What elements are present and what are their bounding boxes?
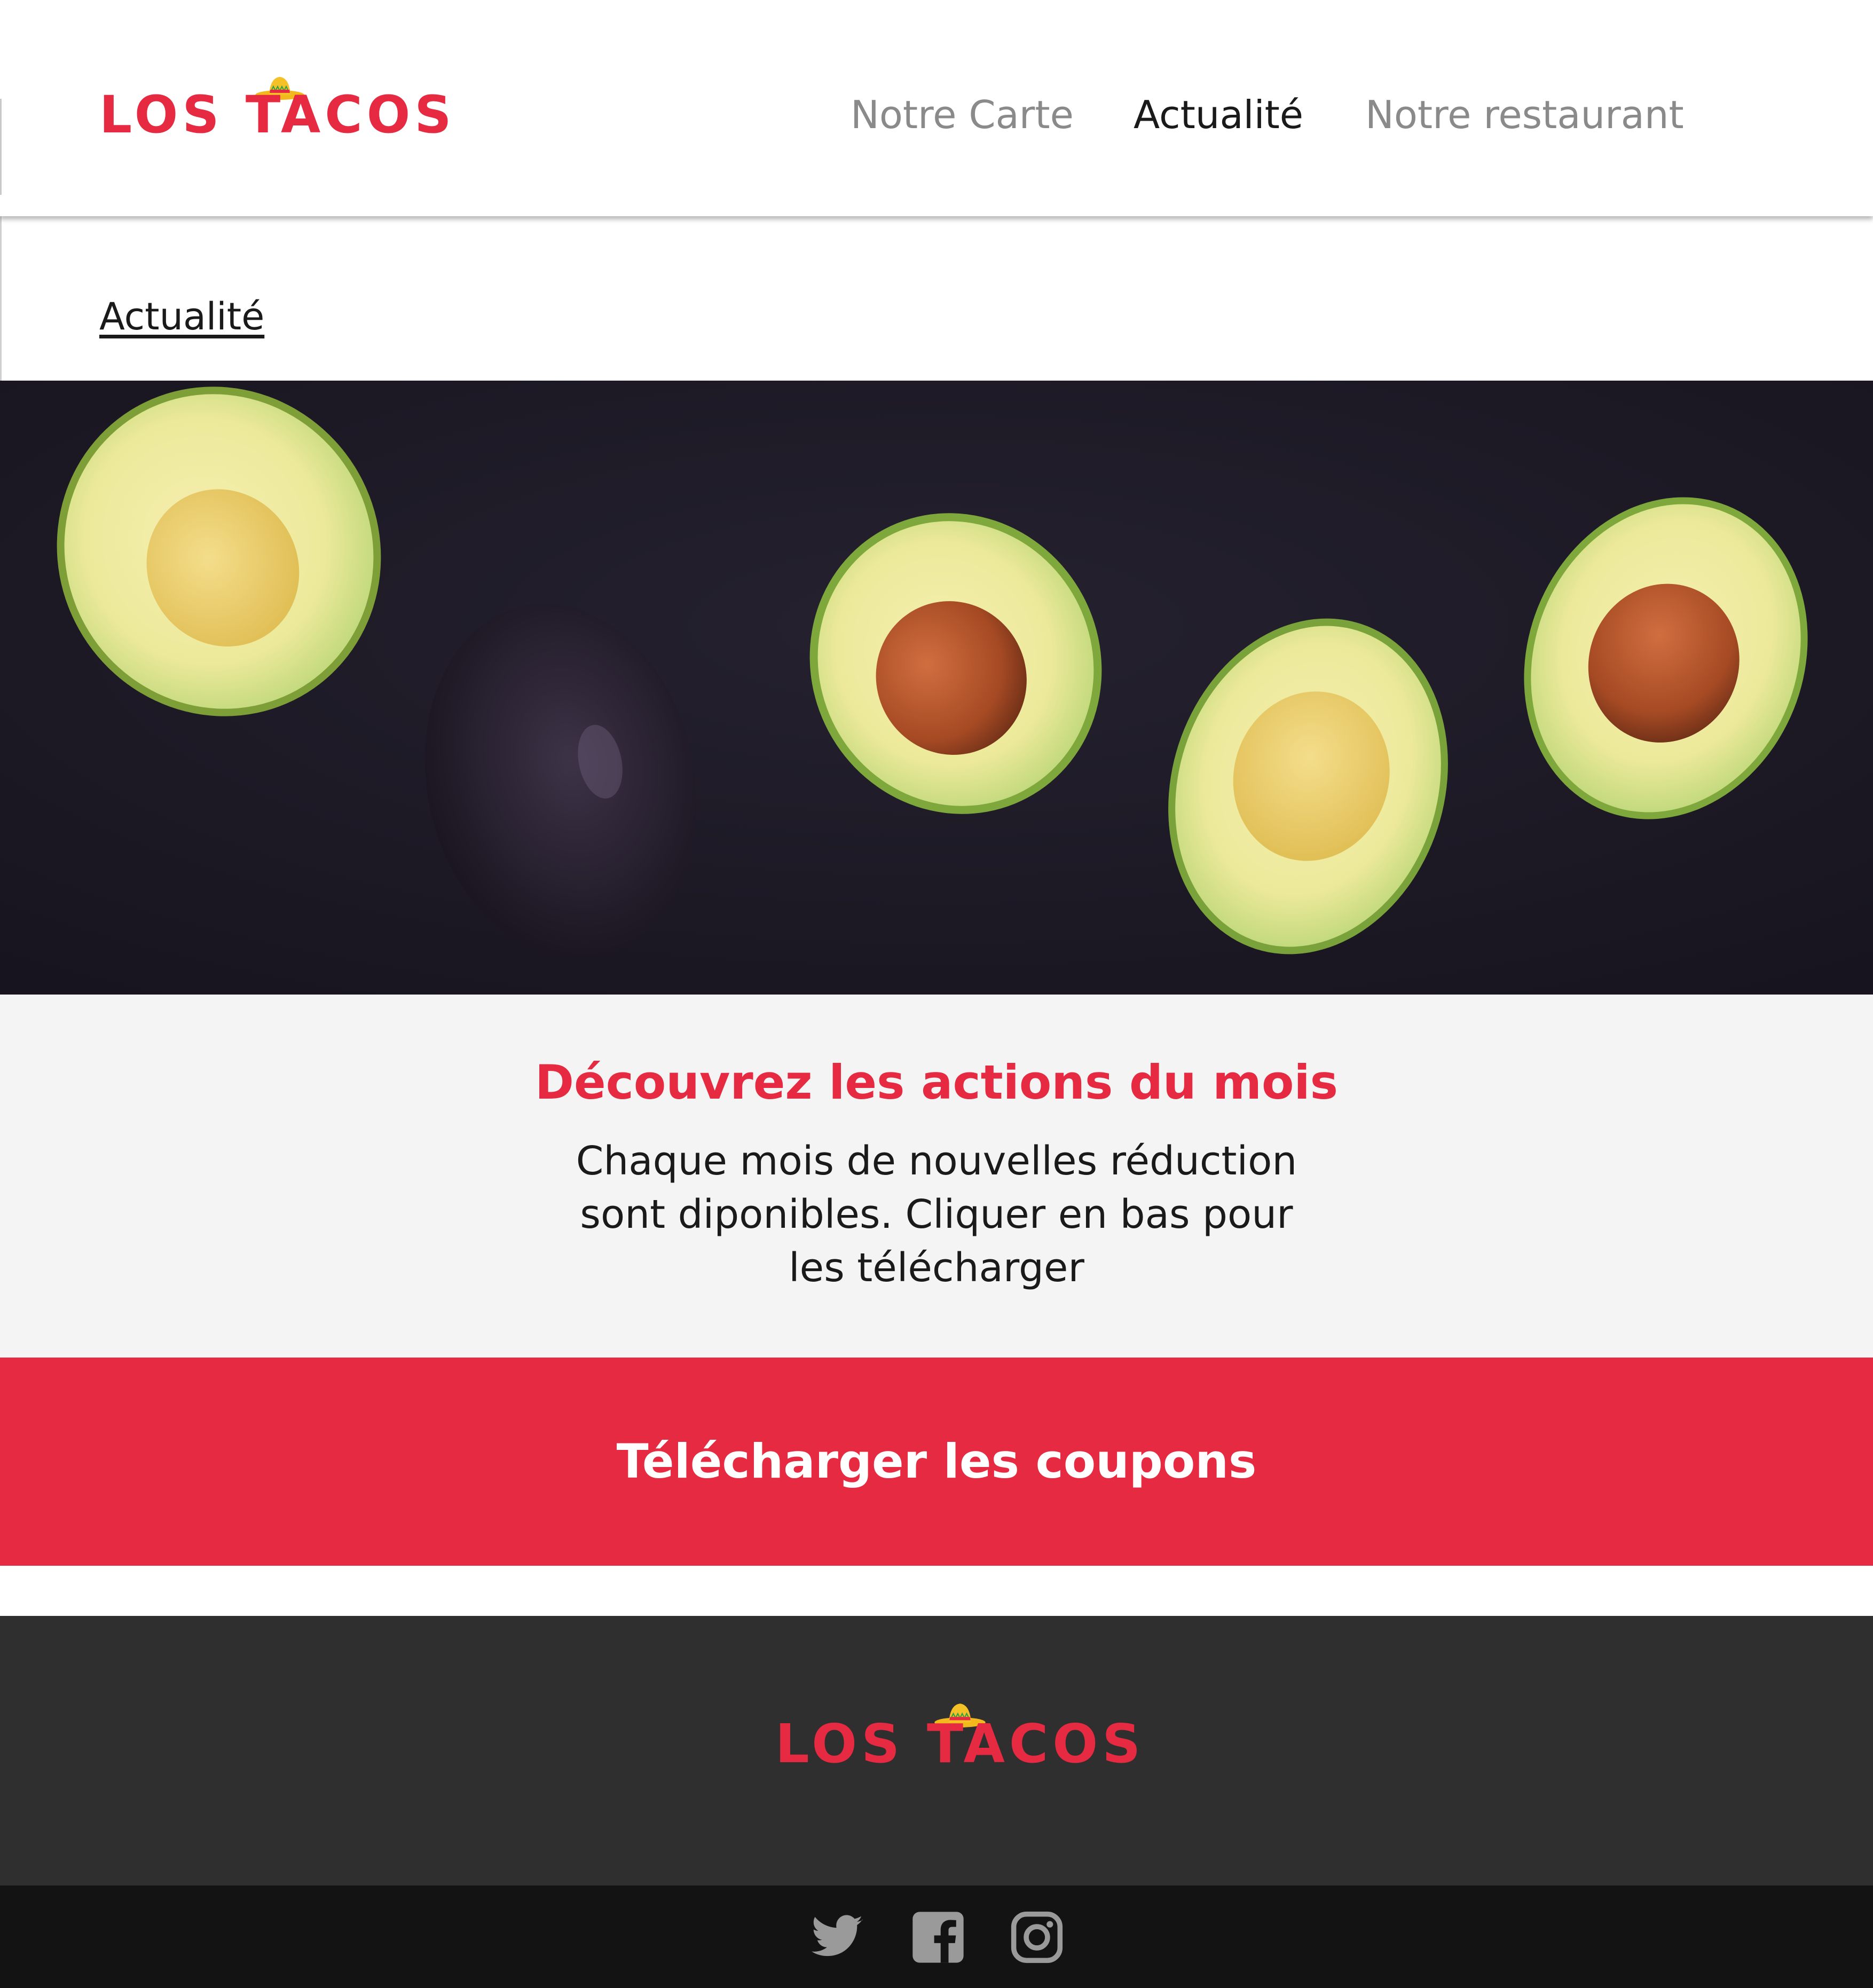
- promo-title: Découvrez les actions du mois: [534, 1055, 1339, 1110]
- footer-logo[interactable]: LOS TACOS: [775, 1700, 1140, 1775]
- nav-notre-carte[interactable]: Notre Carte: [851, 85, 1074, 144]
- breadcrumb-section: Actualité: [0, 216, 1873, 381]
- nav-notre-restaurant[interactable]: Notre restaurant: [1365, 85, 1684, 144]
- nav-actualite[interactable]: Actualité: [1134, 85, 1303, 144]
- site-footer: LOS TACOS: [0, 1616, 1873, 1886]
- facebook-icon[interactable]: [910, 1910, 966, 1965]
- header-logo-text: LOS TACOS: [99, 85, 456, 145]
- promo-section: Découvrez les actions du mois Chaque moi…: [0, 995, 1873, 1358]
- social-links: [0, 1886, 1873, 1988]
- promo-text: Chaque mois de nouvelles réduction sont …: [576, 1138, 1297, 1291]
- download-coupons-button[interactable]: Télécharger les coupons: [0, 1358, 1873, 1566]
- footer-logo-text: LOS TACOS: [775, 1713, 1145, 1775]
- header-edge-line: [0, 99, 2, 195]
- page: LOS TACOS Notre Carte Actualité Notre re…: [0, 0, 1873, 1988]
- instagram-icon[interactable]: [1009, 1910, 1065, 1965]
- twitter-icon[interactable]: [809, 1910, 865, 1965]
- section-spacer: [0, 1566, 1873, 1616]
- hero-image: [0, 381, 1873, 995]
- site-header: LOS TACOS Notre Carte Actualité Notre re…: [0, 0, 1873, 216]
- breadcrumb-edge-line: [0, 216, 2, 381]
- breadcrumb-link[interactable]: Actualité: [99, 290, 264, 343]
- avocados-image: [0, 381, 1873, 995]
- header-logo[interactable]: LOS TACOS: [99, 74, 451, 144]
